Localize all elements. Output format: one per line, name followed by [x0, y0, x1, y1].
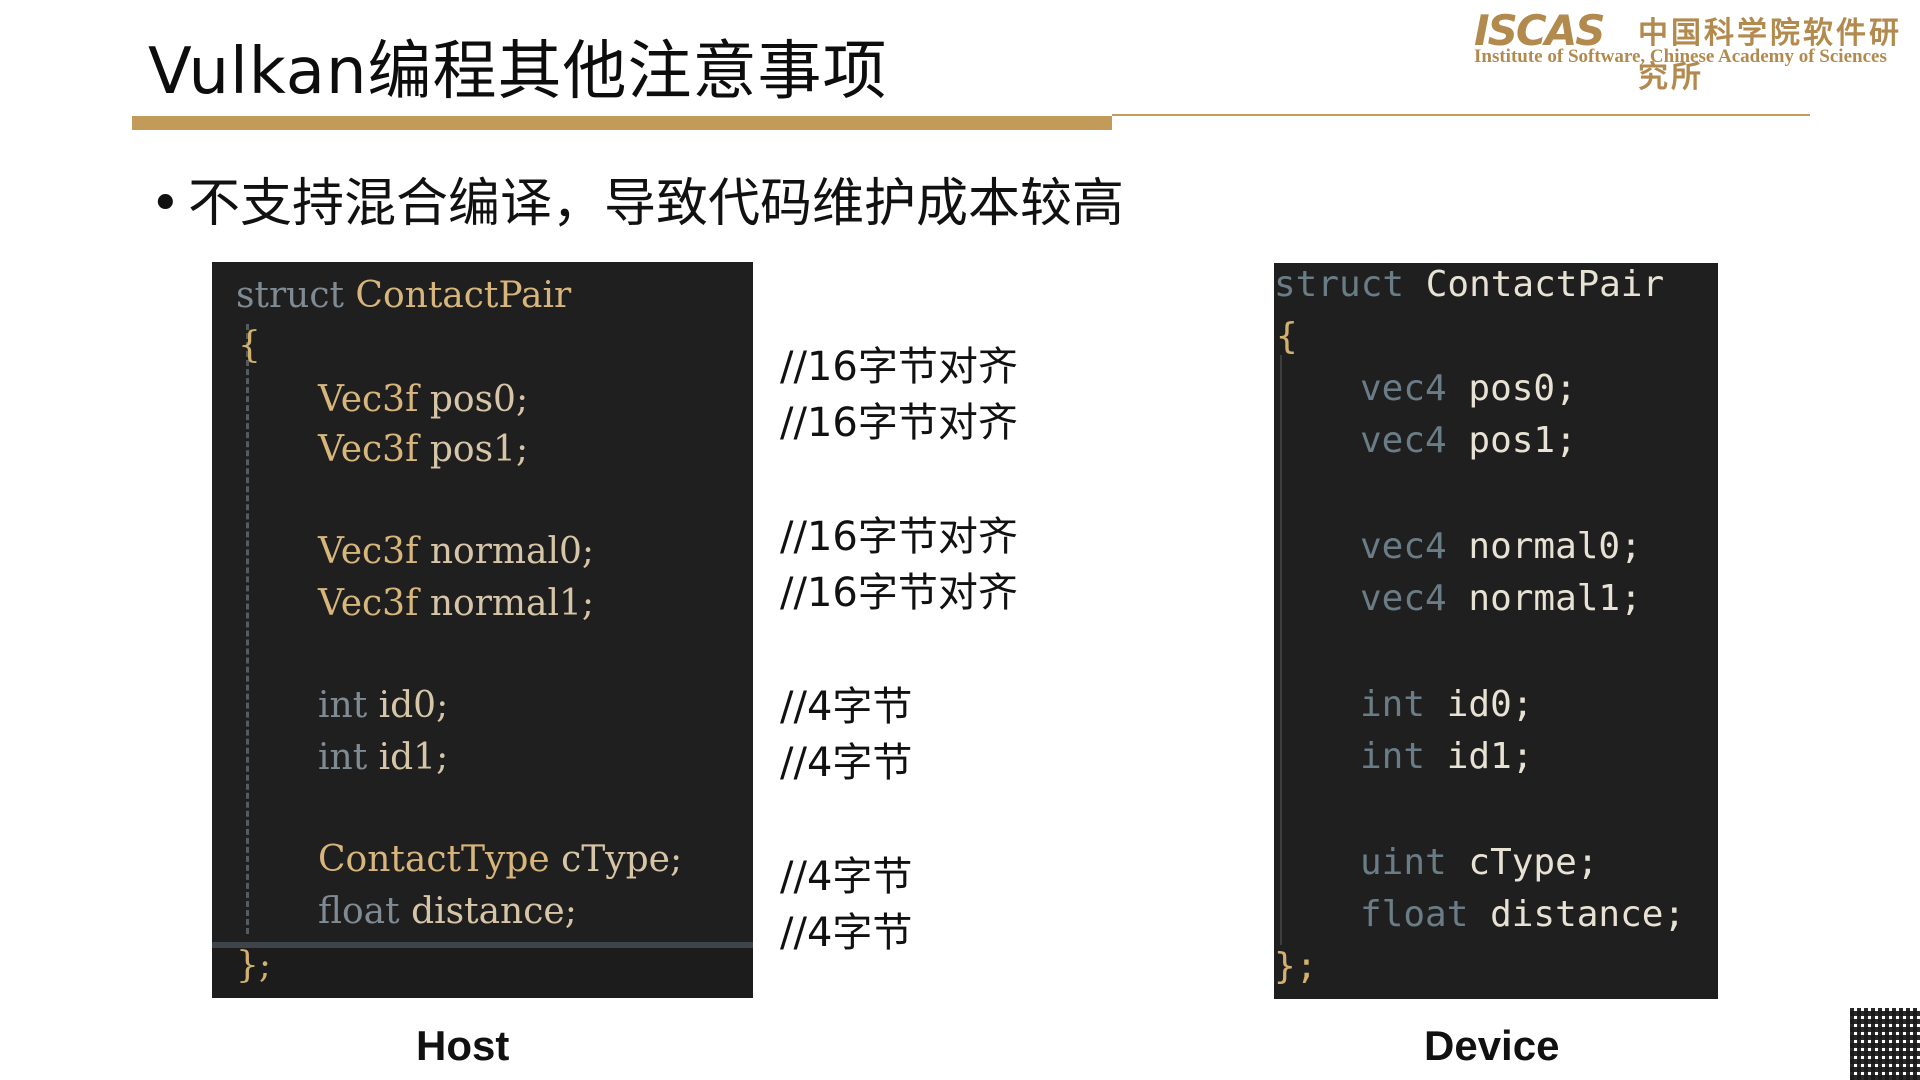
- bullet-icon: •: [150, 174, 181, 234]
- code-row: int id1;: [318, 736, 448, 780]
- keyword: struct: [236, 275, 344, 316]
- keyword: struct: [1274, 264, 1405, 305]
- field-type: float: [318, 891, 400, 932]
- field-type: vec4: [1360, 578, 1447, 619]
- field-type: vec4: [1360, 526, 1447, 567]
- field-name: pos0;: [1468, 368, 1577, 409]
- bullet-text: 不支持混合编译，导致代码维护成本较高: [188, 174, 1125, 234]
- field-name: id1;: [378, 737, 449, 778]
- device-struct-line: struct ContactPair: [1274, 263, 1664, 307]
- field-name: pos1;: [429, 429, 529, 470]
- iscas-logo: ISCAS 中国科学院软件研究所 Institute of Software, …: [1474, 6, 1914, 95]
- field-type: int: [318, 737, 368, 778]
- host-code-panel: struct ContactPair { Vec3f pos0; Vec3f p…: [212, 262, 753, 998]
- open-brace: {: [1276, 316, 1298, 357]
- code-row: Vec3f pos0;: [318, 378, 528, 422]
- code-row: Vec3f pos1;: [318, 428, 528, 472]
- struct-name: ContactPair: [355, 275, 572, 316]
- comment-size: //4字节: [780, 910, 913, 956]
- field-type: Vec3f: [318, 531, 419, 572]
- field-type: ContactType: [318, 839, 550, 880]
- comment-alignment: //16字节对齐: [780, 400, 1018, 446]
- comment-size: //4字节: [780, 854, 913, 900]
- current-line-background: [212, 948, 753, 998]
- field-name: cType;: [561, 839, 683, 880]
- field-name: pos0;: [429, 379, 529, 420]
- code-row: int id1;: [1360, 735, 1533, 779]
- code-row: uint cType;: [1360, 841, 1598, 885]
- title-underline: [132, 116, 1112, 130]
- field-type: Vec3f: [318, 429, 419, 470]
- struct-name: ContactPair: [1425, 264, 1665, 305]
- indent-guide: [1280, 355, 1282, 945]
- code-row: vec4 pos1;: [1360, 419, 1577, 463]
- code-row: float distance;: [318, 890, 577, 934]
- slide-title: Vulkan编程其他注意事项: [148, 35, 888, 109]
- code-row: vec4 pos0;: [1360, 367, 1577, 411]
- field-name: id0;: [378, 685, 449, 726]
- comment-size: //4字节: [780, 684, 913, 730]
- open-brace: {: [238, 325, 261, 366]
- field-name: normal0;: [429, 531, 595, 572]
- comment-alignment: //16字节对齐: [780, 570, 1018, 616]
- field-name: normal0;: [1468, 526, 1642, 567]
- title-underline-thin: [1112, 114, 1810, 116]
- code-row: int id0;: [1360, 683, 1533, 727]
- host-caption: Host: [416, 1022, 510, 1069]
- logo-english-name: Institute of Software, Chinese Academy o…: [1474, 46, 1887, 67]
- close-brace: };: [236, 945, 272, 986]
- field-type: int: [1360, 736, 1426, 777]
- field-name: cType;: [1468, 842, 1599, 883]
- host-struct-line: struct ContactPair: [236, 274, 571, 318]
- field-type: int: [1360, 684, 1426, 725]
- device-code-panel: struct ContactPair { vec4 pos0; vec4 pos…: [1274, 263, 1718, 999]
- field-name: id0;: [1446, 684, 1534, 725]
- field-type: Vec3f: [318, 583, 419, 624]
- field-type: uint: [1360, 842, 1447, 883]
- bullet-point: • 不支持混合编译，导致代码维护成本较高: [150, 168, 1124, 240]
- field-name: pos1;: [1468, 420, 1577, 461]
- close-brace: };: [1274, 946, 1318, 987]
- field-type: vec4: [1360, 420, 1447, 461]
- device-caption: Device: [1424, 1022, 1560, 1069]
- field-type: float: [1360, 894, 1469, 935]
- comment-alignment: //16字节对齐: [780, 344, 1018, 390]
- code-row: float distance;: [1360, 893, 1685, 937]
- field-name: distance;: [411, 891, 577, 932]
- field-type: Vec3f: [318, 379, 419, 420]
- field-type: vec4: [1360, 368, 1447, 409]
- code-row: int id0;: [318, 684, 448, 728]
- field-name: normal1;: [429, 583, 595, 624]
- indent-guide: [246, 324, 249, 934]
- field-name: id1;: [1446, 736, 1534, 777]
- field-name: distance;: [1490, 894, 1686, 935]
- qr-code-icon: [1850, 1008, 1920, 1080]
- code-row: vec4 normal0;: [1360, 525, 1642, 569]
- code-row: ContactType cType;: [318, 838, 682, 882]
- code-row: Vec3f normal1;: [318, 582, 594, 626]
- field-type: int: [318, 685, 368, 726]
- field-name: normal1;: [1468, 578, 1642, 619]
- code-row: vec4 normal1;: [1360, 577, 1642, 621]
- code-row: Vec3f normal0;: [318, 530, 594, 574]
- comment-size: //4字节: [780, 740, 913, 786]
- comment-alignment: //16字节对齐: [780, 514, 1018, 560]
